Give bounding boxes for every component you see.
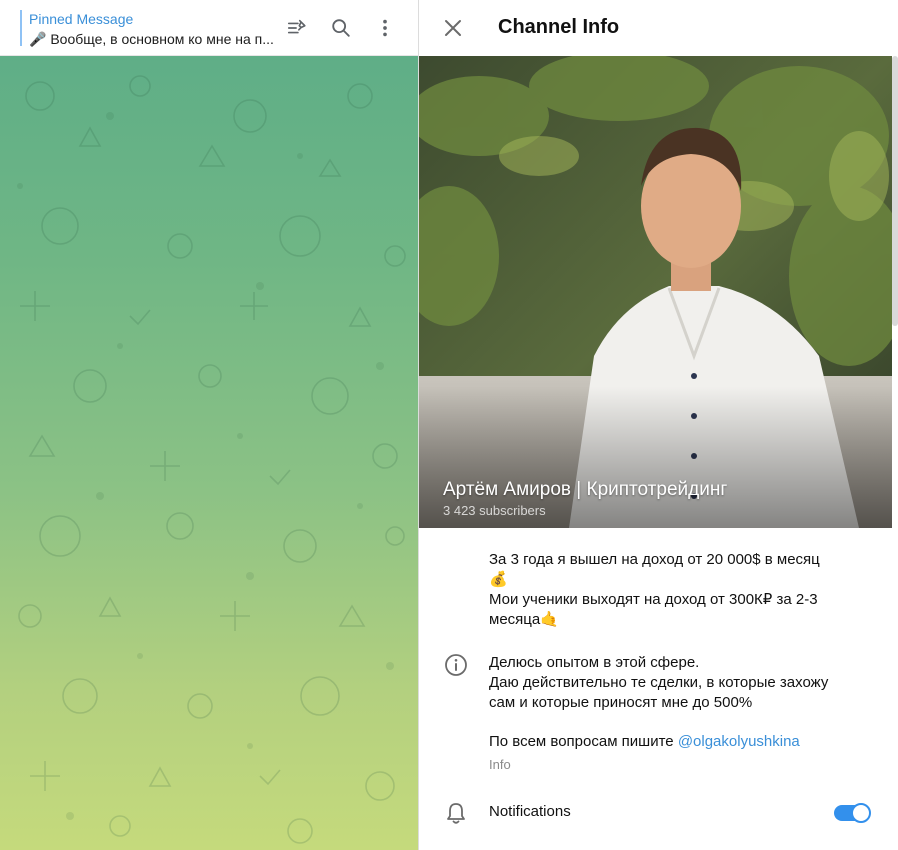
about-line: Делюсь опытом в этой сфере. xyxy=(489,654,700,671)
about-line: Даю действительно те сделки, в которые з… xyxy=(489,674,829,691)
chat-background xyxy=(0,56,418,850)
description-line: месяца🤙 xyxy=(489,611,559,628)
contact-line: По всем вопросам пишите @olgakolyushkina xyxy=(489,733,800,750)
scrollbar[interactable] xyxy=(892,56,898,326)
channel-info-header: Channel Info xyxy=(419,0,898,56)
pin-list-icon[interactable] xyxy=(283,14,311,42)
pinned-indicator xyxy=(20,10,22,46)
description-line: За 3 года я вышел на доход от 20 000$ в … xyxy=(489,551,820,568)
notifications-label: Notifications xyxy=(489,803,571,820)
doodle-pattern xyxy=(17,75,406,844)
profile-photo-image xyxy=(419,56,892,528)
contact-prefix: По всем вопросам пишите xyxy=(489,733,678,750)
panel-title: Channel Info xyxy=(498,16,620,38)
toggle-knob xyxy=(851,803,871,823)
close-icon[interactable] xyxy=(439,14,467,42)
channel-info-panel: Channel Info Артём Амиров | Криптотрейди… xyxy=(419,0,898,850)
bell-icon xyxy=(447,803,465,824)
subscriber-count: 3 423 subscribers xyxy=(443,503,546,518)
pinned-message-bar[interactable]: Pinned Message 🎤 Вообще, в основном ко м… xyxy=(0,0,418,56)
description-emoji: 💰 xyxy=(489,571,508,588)
about-line: сам и которые приносят мне до 500% xyxy=(489,694,753,711)
channel-about[interactable]: Делюсь опытом в этой сфере. Даю действит… xyxy=(489,653,879,713)
search-icon[interactable] xyxy=(327,14,355,42)
info-label: Info xyxy=(489,757,511,772)
description-line: Мои ученики выходят на доход от 300К₽ за… xyxy=(489,591,818,608)
notifications-toggle[interactable] xyxy=(834,803,871,823)
channel-avatar-photo[interactable]: Артём Амиров | Криптотрейдинг 3 423 subs… xyxy=(419,56,892,528)
info-icon xyxy=(445,654,467,676)
channel-name: Артём Амиров | Криптотрейдинг xyxy=(443,479,728,500)
pinned-message-title[interactable]: Pinned Message xyxy=(29,11,133,27)
chat-column: Pinned Message 🎤 Вообще, в основном ко м… xyxy=(0,0,418,850)
more-vertical-icon[interactable] xyxy=(371,14,399,42)
contact-username-link[interactable]: @olgakolyushkina xyxy=(678,733,800,750)
pinned-message-text[interactable]: 🎤 Вообще, в основном ко мне на п... xyxy=(29,31,274,48)
channel-description: За 3 года я вышел на доход от 20 000$ в … xyxy=(489,550,879,630)
